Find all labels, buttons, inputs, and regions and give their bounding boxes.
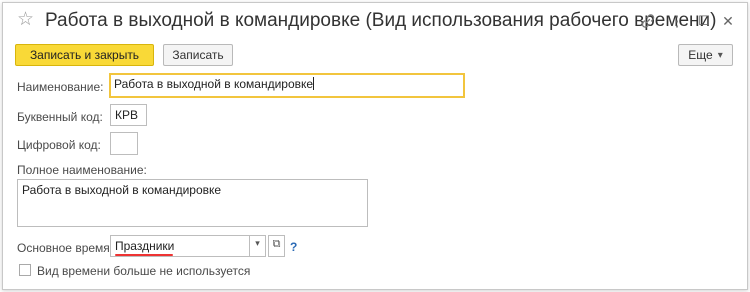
open-window-icon: ⧉ [272, 238, 281, 250]
digit-code-field[interactable] [110, 132, 138, 155]
base-time-open-button[interactable]: ⧉ [268, 235, 285, 257]
save-button[interactable]: Записать [163, 44, 233, 66]
chevron-down-icon: ▾ [255, 238, 260, 248]
base-time-label: Основное время: [17, 241, 114, 255]
maximize-icon[interactable]: ☐ [695, 12, 713, 30]
base-time-value: Праздники [115, 239, 175, 253]
window-title: Работа в выходной в командировке (Вид ис… [45, 10, 717, 31]
close-icon[interactable]: ✕ [719, 12, 737, 30]
link-icon[interactable] [639, 12, 657, 30]
base-time-dropdown-button[interactable]: ▾ [249, 235, 266, 257]
help-icon[interactable]: ? [290, 240, 297, 254]
name-label: Наименование: [17, 80, 104, 94]
more-button[interactable]: Еще ▾ [678, 44, 733, 66]
dialog-window: ☆ Работа в выходной в командировке (Вид … [2, 2, 748, 290]
obsolete-label: Вид времени больше не используется [37, 264, 251, 278]
full-name-label: Полное наименование: [17, 163, 147, 177]
digit-code-label: Цифровой код: [17, 138, 101, 152]
letter-code-field[interactable]: КРВ [110, 104, 147, 126]
chevron-down-icon: ▾ [717, 49, 723, 61]
save-and-close-button[interactable]: Записать и закрыть [15, 44, 154, 66]
obsolete-checkbox[interactable] [19, 264, 31, 276]
letter-code-value: КРВ [115, 108, 138, 122]
full-name-value: Работа в выходной в командировке [22, 183, 222, 197]
more-menu-icon[interactable]: ⋮ [668, 12, 686, 30]
letter-code-label: Буквенный код: [17, 110, 103, 124]
name-value: Работа в выходной в командировке [114, 77, 314, 91]
full-name-field[interactable]: Работа в выходной в командировке [17, 179, 368, 227]
highlight-underline [115, 254, 173, 256]
title-bar: ☆ Работа в выходной в командировке (Вид … [3, 3, 747, 39]
name-field[interactable]: Работа в выходной в командировке [109, 73, 465, 98]
more-label: Еще [688, 48, 713, 62]
favorite-star-icon[interactable]: ☆ [17, 9, 34, 31]
text-caret [313, 77, 315, 90]
